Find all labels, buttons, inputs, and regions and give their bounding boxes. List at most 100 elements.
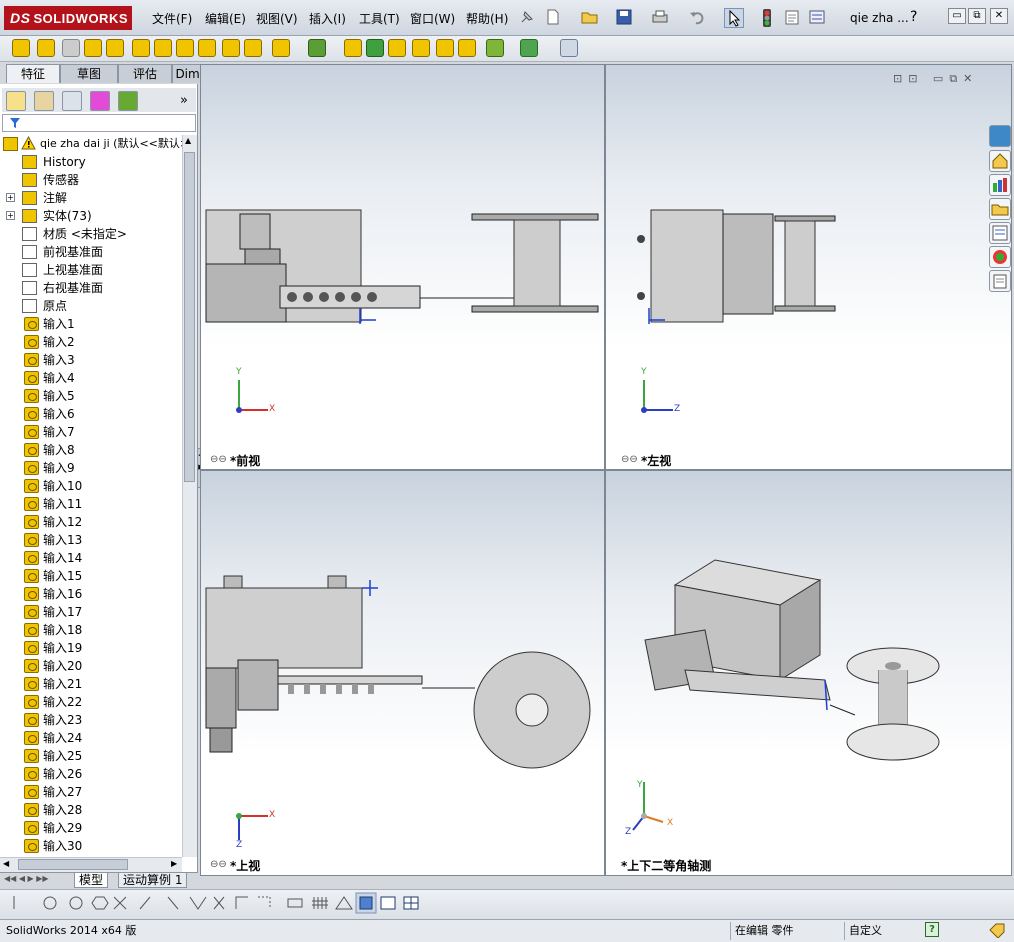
- instant3d-icon[interactable]: [560, 39, 578, 57]
- swept-boss-icon[interactable]: [62, 39, 80, 57]
- tree-feature-item[interactable]: 输入25: [0, 747, 182, 765]
- top-view-link-icon[interactable]: ⊖⊖: [210, 859, 227, 870]
- tree-feature-item[interactable]: 输入7: [0, 423, 182, 441]
- dimxpert-manager-icon[interactable]: [90, 91, 110, 111]
- options-icon[interactable]: [808, 8, 828, 28]
- point-tool-icon[interactable]: [258, 896, 271, 909]
- four-view-icon[interactable]: [403, 896, 419, 910]
- status-units[interactable]: 自定义: [844, 922, 916, 940]
- tree-item[interactable]: 传感器: [0, 171, 182, 189]
- rebuild-traffic-light-icon[interactable]: [760, 8, 780, 28]
- intersect-icon[interactable]: [436, 39, 454, 57]
- tree-feature-item[interactable]: 输入3: [0, 351, 182, 369]
- menu-file[interactable]: 文件(F): [152, 10, 192, 27]
- tree-root[interactable]: qie zha dai ji (默认<<默认>: [0, 135, 182, 153]
- tree-feature-item[interactable]: 输入5: [0, 387, 182, 405]
- wrap-icon[interactable]: [412, 39, 430, 57]
- tab-motion-study[interactable]: 运动算例 1: [118, 873, 188, 888]
- tree-feature-item[interactable]: 输入8: [0, 441, 182, 459]
- expand-toggle-icon[interactable]: +: [6, 211, 15, 220]
- menu-tools[interactable]: 工具(T): [359, 10, 400, 27]
- expand-toggle-icon[interactable]: +: [6, 193, 15, 202]
- left-view-link-icon[interactable]: ⊖⊖: [621, 454, 638, 465]
- scroll-right-arrow-icon[interactable]: ▶: [171, 859, 177, 868]
- status-help-icon[interactable]: ?: [925, 922, 939, 937]
- home-icon[interactable]: [989, 150, 1011, 172]
- mirror-entities-icon[interactable]: [213, 896, 225, 910]
- tree-item[interactable]: 原点: [0, 297, 182, 315]
- smart-dimension-icon[interactable]: [287, 898, 303, 908]
- extruded-cut-icon[interactable]: [132, 39, 150, 57]
- polygon-tool-icon[interactable]: [91, 896, 109, 910]
- tree-feature-item[interactable]: 输入14: [0, 549, 182, 567]
- shell-icon[interactable]: [388, 39, 406, 57]
- file-explorer-icon[interactable]: [989, 198, 1011, 220]
- boundary-cut-icon[interactable]: [244, 39, 262, 57]
- feature-manager-tree-icon[interactable]: [6, 91, 26, 111]
- 3d-view-icon[interactable]: [355, 892, 377, 914]
- tree-feature-item[interactable]: 输入1: [0, 315, 182, 333]
- menu-help[interactable]: 帮助(H): [466, 10, 508, 27]
- print-icon[interactable]: [650, 8, 670, 28]
- minimize-button[interactable]: ▭: [948, 8, 966, 24]
- swept-cut-icon[interactable]: [198, 39, 216, 57]
- scroll-left-arrow-icon[interactable]: ◀: [3, 859, 9, 868]
- fillet-icon[interactable]: [272, 39, 290, 57]
- menu-insert[interactable]: 插入(I): [309, 10, 346, 27]
- open-folder-icon[interactable]: [580, 8, 600, 28]
- tree-feature-item[interactable]: 输入30: [0, 837, 182, 855]
- tree-feature-item[interactable]: 输入2: [0, 333, 182, 351]
- tab-evaluate[interactable]: 评估: [118, 64, 172, 83]
- tree-filter-input[interactable]: [2, 114, 196, 132]
- lofted-boss-icon[interactable]: [84, 39, 102, 57]
- tab-model[interactable]: 模型: [74, 873, 109, 888]
- appearances-scenes-icon[interactable]: [989, 246, 1011, 268]
- tree-feature-item[interactable]: 输入4: [0, 369, 182, 387]
- tree-feature-item[interactable]: 输入6: [0, 405, 182, 423]
- tree-feature-item[interactable]: 输入11: [0, 495, 182, 513]
- single-view-icon[interactable]: [380, 896, 396, 910]
- offset-entities-icon[interactable]: [189, 896, 207, 910]
- mirror-icon[interactable]: [458, 39, 476, 57]
- tab-sketch[interactable]: 草图: [60, 64, 118, 83]
- close-button[interactable]: ✕: [990, 8, 1008, 24]
- reference-geometry-icon[interactable]: [486, 39, 504, 57]
- draft-icon[interactable]: [366, 39, 384, 57]
- solidworks-resources-icon[interactable]: [989, 125, 1011, 147]
- tree-feature-item[interactable]: 输入27: [0, 783, 182, 801]
- tree-feature-item[interactable]: 输入26: [0, 765, 182, 783]
- revolved-boss-icon[interactable]: [37, 39, 55, 57]
- tab-nav-arrows-icon[interactable]: ◀◀ ◀ ▶ ▶▶: [4, 874, 49, 883]
- tree-feature-item[interactable]: 输入13: [0, 531, 182, 549]
- tree-item[interactable]: + 实体(73): [0, 207, 182, 225]
- tree-item[interactable]: + 注解: [0, 189, 182, 207]
- tab-features[interactable]: 特征: [6, 64, 60, 83]
- panel-expand-chevron-icon[interactable]: »: [180, 93, 188, 108]
- tree-feature-item[interactable]: 输入22: [0, 693, 182, 711]
- trim-tool-icon[interactable]: [113, 896, 127, 910]
- tree-item[interactable]: History: [0, 153, 182, 171]
- select-cursor-icon[interactable]: [724, 8, 744, 28]
- tree-feature-item[interactable]: 输入18: [0, 621, 182, 639]
- tree-feature-item[interactable]: 输入12: [0, 513, 182, 531]
- tree-item[interactable]: 材质 <未指定>: [0, 225, 182, 243]
- pin-icon[interactable]: [518, 8, 538, 28]
- circle-tool-icon[interactable]: [43, 896, 57, 910]
- tree-feature-item[interactable]: 输入15: [0, 567, 182, 585]
- linear-pattern-icon[interactable]: [308, 39, 326, 57]
- undo-icon[interactable]: [688, 8, 708, 28]
- viewport-window-controls[interactable]: ⊡⊡ ▭⧉✕: [893, 72, 1005, 86]
- tree-item[interactable]: 上视基准面: [0, 261, 182, 279]
- menu-view[interactable]: 视图(V): [256, 10, 298, 27]
- hole-wizard-icon[interactable]: [154, 39, 172, 57]
- rib-icon[interactable]: [344, 39, 362, 57]
- scroll-up-arrow-icon[interactable]: ▲: [185, 136, 191, 145]
- tree-feature-item[interactable]: 输入21: [0, 675, 182, 693]
- tree-feature-item[interactable]: 输入19: [0, 639, 182, 657]
- custom-properties-icon[interactable]: [989, 270, 1011, 292]
- new-document-icon[interactable]: [544, 8, 564, 28]
- arc-tool-icon[interactable]: [69, 896, 83, 910]
- slot-tool-icon[interactable]: [139, 896, 151, 910]
- tree-feature-item[interactable]: 输入23: [0, 711, 182, 729]
- menu-edit[interactable]: 编辑(E): [205, 10, 246, 27]
